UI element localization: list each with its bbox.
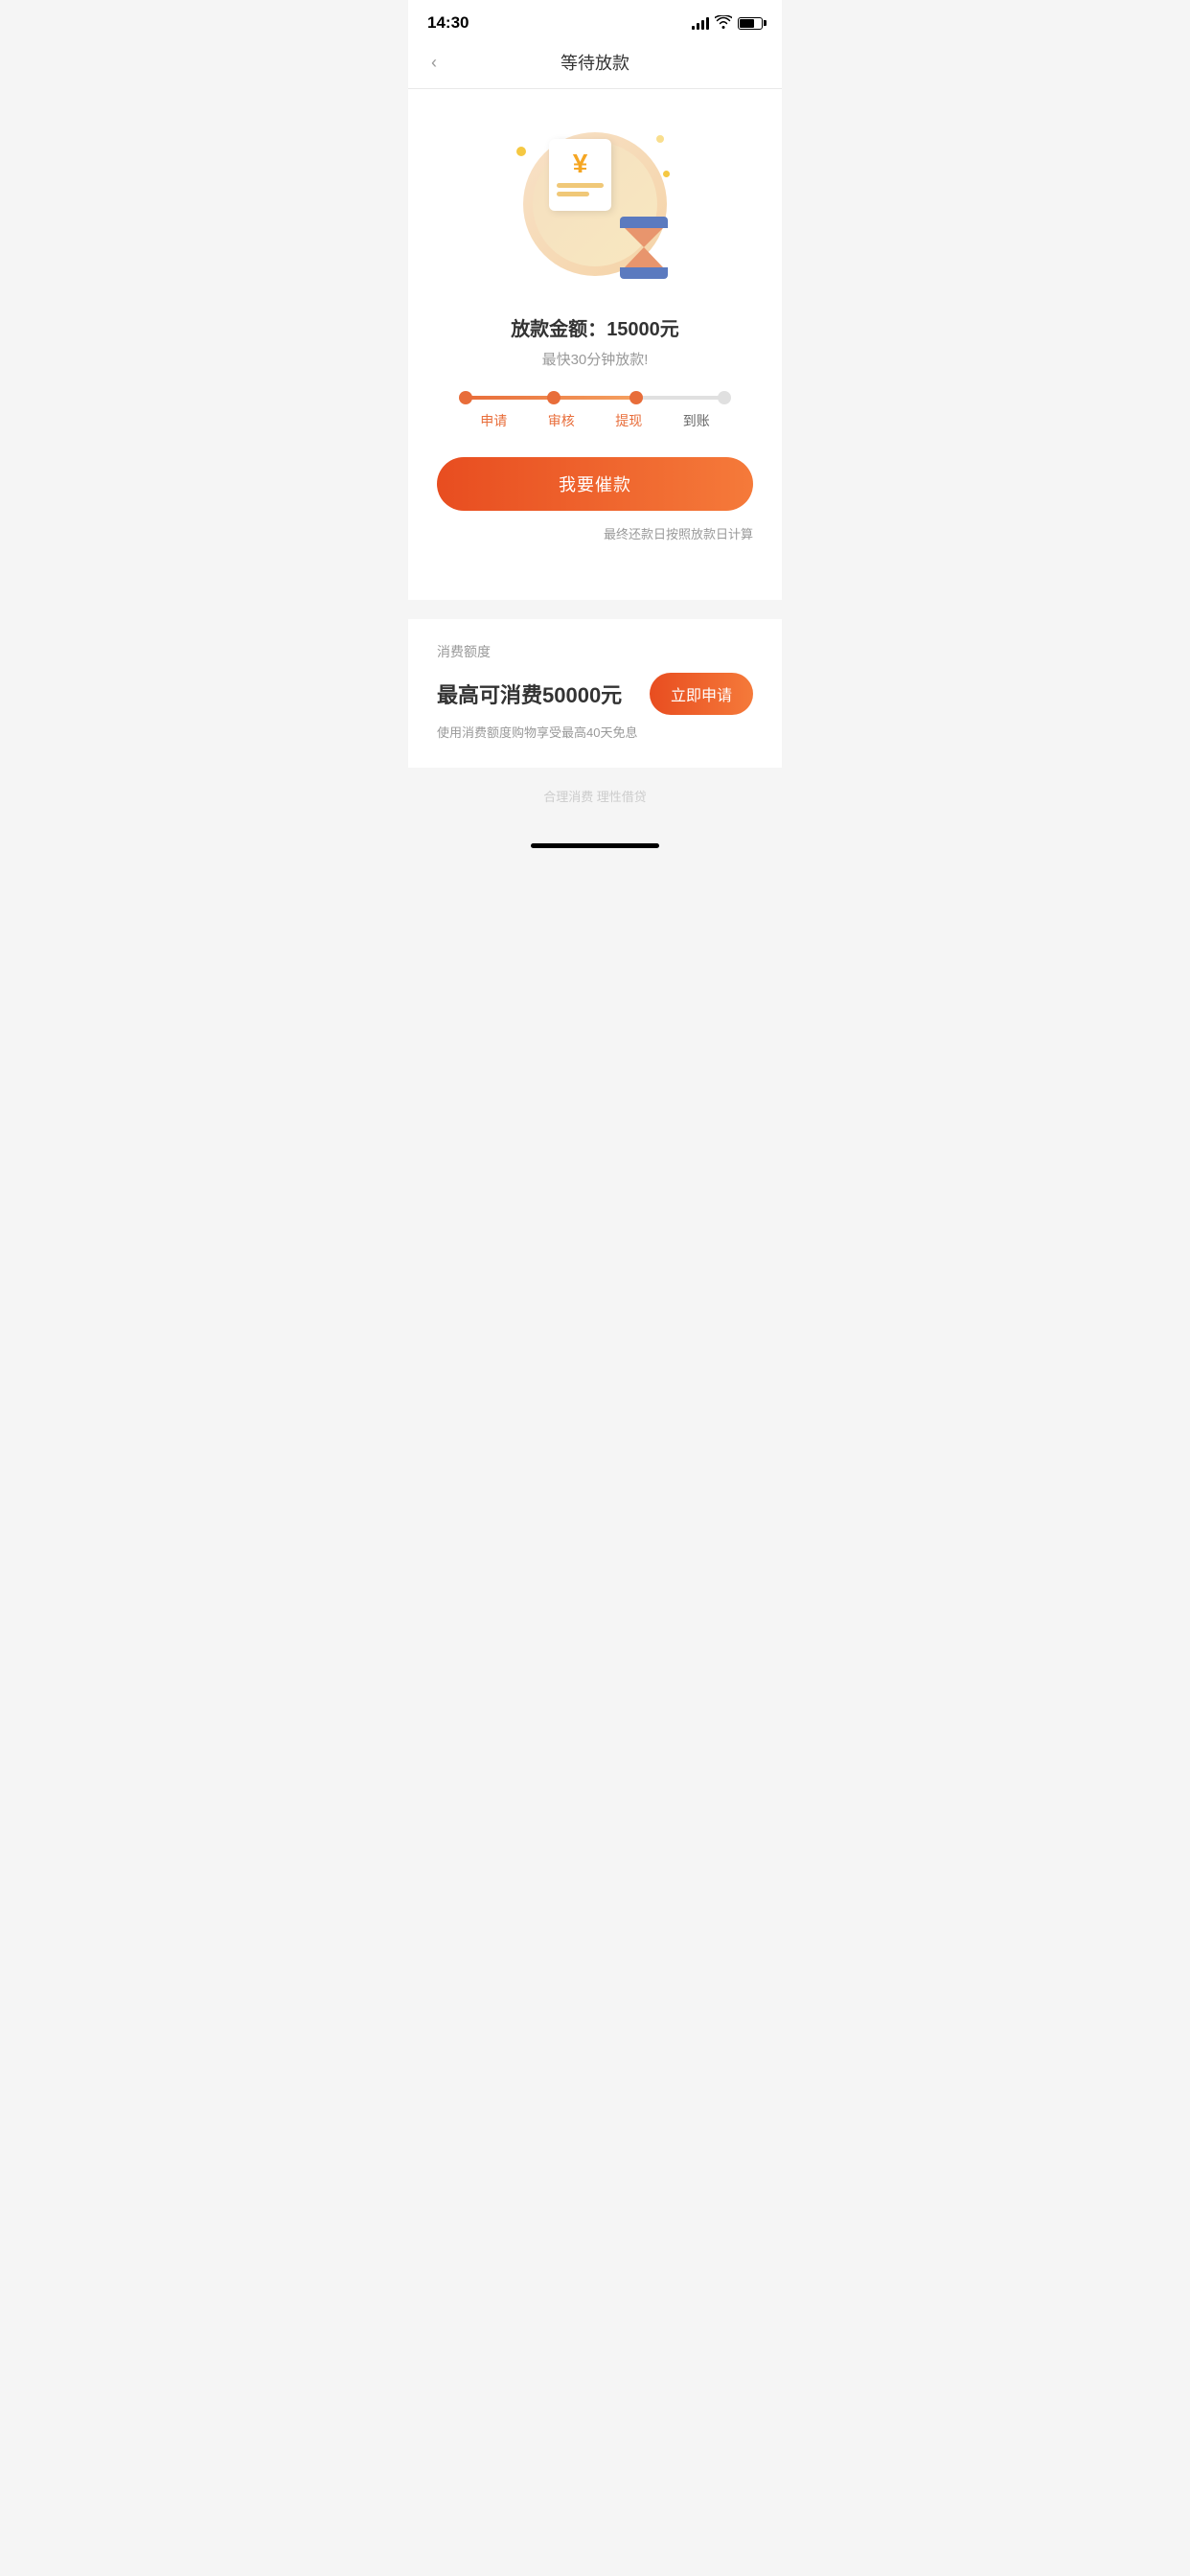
document-icon: ¥: [549, 139, 616, 216]
page-title: 等待放款: [561, 50, 629, 75]
amount-label: 放款金额：: [511, 319, 606, 340]
dot-decoration-3: [656, 135, 664, 143]
progress-dots: [466, 391, 724, 404]
progress-labels: 申请 审核 提现 到账: [446, 411, 744, 430]
status-icons: [692, 15, 763, 32]
notice-text: 最终还款日按照放款日计算: [437, 524, 753, 542]
step-label-review: 审核: [528, 411, 596, 430]
progress-steps: 申请 审核 提现 到账: [437, 396, 753, 430]
credit-section: 消费额度 最高可消费50000元 立即申请 使用消费额度购物享受最高40天免息: [408, 619, 782, 768]
back-button[interactable]: ‹: [427, 49, 441, 77]
step-label-arrival: 到账: [663, 411, 731, 430]
signal-icon: [692, 16, 709, 30]
hourglass-icon: [620, 217, 668, 279]
credit-label: 消费额度: [437, 642, 753, 661]
battery-icon: [738, 17, 763, 30]
urge-button[interactable]: 我要催款: [437, 457, 753, 511]
nav-bar: ‹ 等待放款: [408, 40, 782, 89]
hero-section: ¥: [437, 118, 753, 571]
progress-dot-2: [547, 391, 561, 404]
section-divider: [379, 600, 811, 610]
hourglass-sand-upper: [625, 228, 663, 247]
progress-dot-1: [459, 391, 472, 404]
apply-button[interactable]: 立即申请: [650, 673, 753, 715]
progress-dot-4: [718, 391, 731, 404]
hourglass-sand-lower: [625, 247, 663, 267]
yen-icon: ¥: [573, 149, 588, 179]
dot-decoration-1: [516, 147, 526, 156]
doc-line-2: [557, 192, 589, 196]
wifi-icon: [715, 15, 732, 32]
status-bar: 14:30: [408, 0, 782, 40]
step-label-withdraw: 提现: [595, 411, 663, 430]
dot-decoration-2: [663, 171, 670, 177]
doc-line-1: [557, 183, 604, 188]
amount-subtitle: 最快30分钟放款!: [511, 349, 679, 369]
main-content: ¥: [408, 89, 782, 600]
credit-description: 使用消费额度购物享受最高40天免息: [437, 723, 753, 741]
footer-text: 合理消费 理性借贷: [408, 768, 782, 834]
credit-main-row: 最高可消费50000元 立即申请: [437, 673, 753, 715]
hourglass-bottom: [620, 267, 668, 279]
amount-section: 放款金额：15000元 最快30分钟放款!: [511, 313, 679, 369]
home-indicator: [531, 843, 659, 848]
status-time: 14:30: [427, 13, 469, 33]
step-label-apply: 申请: [460, 411, 528, 430]
amount-title: 放款金额：15000元: [511, 313, 679, 341]
progress-dot-3: [629, 391, 643, 404]
hourglass-body: [625, 228, 663, 267]
amount-value: 15000元: [606, 319, 679, 340]
bottom-area: 合理消费 理性借贷: [408, 768, 782, 867]
hourglass-top: [620, 217, 668, 228]
progress-track: [466, 396, 724, 400]
credit-amount: 最高可消费50000元: [437, 678, 622, 709]
illustration: ¥: [509, 118, 681, 290]
